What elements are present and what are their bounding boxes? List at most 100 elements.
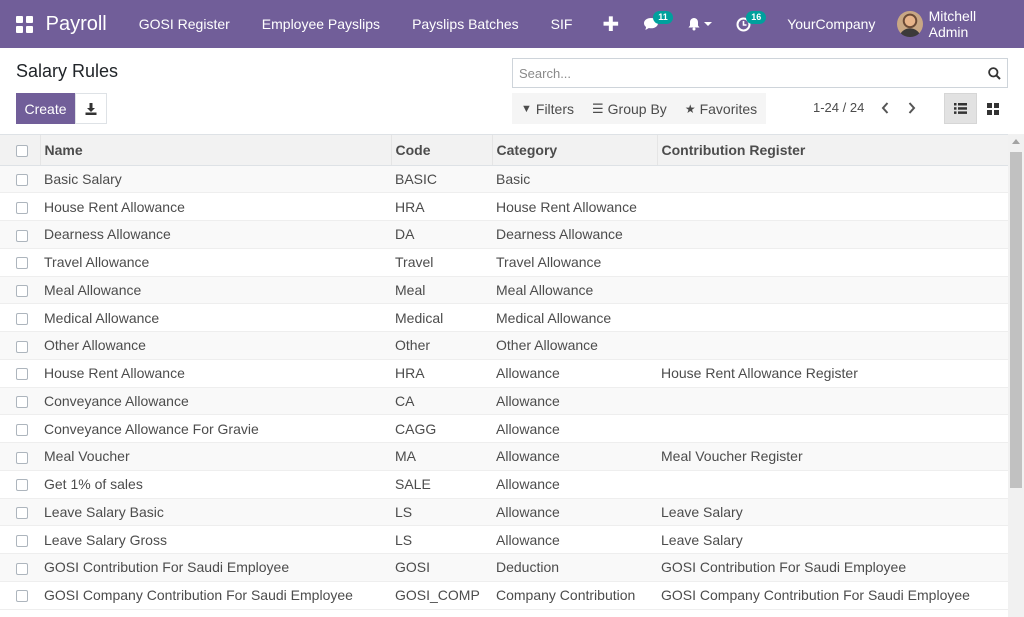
table-row[interactable]: Leave Salary Basic LS Allowance Leave Salar… xyxy=(0,498,1008,527)
messages-menu[interactable]: 11 xyxy=(633,0,673,48)
cell-contribution-register[interactable] xyxy=(657,192,1008,221)
cell-contribution-register[interactable] xyxy=(657,220,1008,249)
pager-next-icon[interactable] xyxy=(901,96,923,120)
cell-name[interactable]: Conveyance Allowance xyxy=(40,387,391,416)
row-checkbox[interactable] xyxy=(16,479,28,492)
cell-category[interactable]: Allowance xyxy=(492,525,657,554)
table-row[interactable]: Travel Allowance Travel Travel Allowance xyxy=(0,248,1008,277)
cell-category[interactable]: Medical Allowance xyxy=(492,303,657,332)
cell-name[interactable]: Get 1% of sales xyxy=(40,470,391,499)
cell-code[interactable]: HRA xyxy=(391,192,492,221)
cell-name[interactable]: Leave Salary Basic xyxy=(40,498,391,527)
list-view-button[interactable] xyxy=(944,93,977,124)
menu-employee-payslips[interactable]: Employee Payslips xyxy=(246,0,396,48)
cell-contribution-register[interactable] xyxy=(657,276,1008,305)
cell-contribution-register[interactable]: GOSI Company Contribution For Saudi Empl… xyxy=(657,581,1008,610)
cell-contribution-register[interactable] xyxy=(657,387,1008,416)
row-checkbox[interactable] xyxy=(16,368,28,381)
search-icon[interactable] xyxy=(981,59,1007,87)
table-row[interactable]: Leave Salary Gross LS Allowance Leave Salar… xyxy=(0,525,1008,554)
row-checkbox[interactable] xyxy=(16,562,28,575)
table-row[interactable]: Conveyance Allowance CA Allowance xyxy=(0,387,1008,416)
column-header-name[interactable]: Name xyxy=(40,135,392,166)
cell-contribution-register[interactable] xyxy=(657,414,1008,443)
cell-code[interactable]: LS xyxy=(391,525,492,554)
cell-category[interactable]: Allowance xyxy=(492,414,657,443)
cell-code[interactable]: Other xyxy=(391,331,492,360)
search-input[interactable] xyxy=(513,60,981,86)
filters-toggle[interactable]: ▼ Filters xyxy=(512,93,583,124)
table-row[interactable]: Medical Allowance Medical Medical Allowanc… xyxy=(0,303,1008,332)
cell-code[interactable]: CAGG xyxy=(391,414,492,443)
cell-code[interactable]: Medical xyxy=(391,303,492,332)
menu-sif[interactable]: SIF xyxy=(535,0,589,48)
cell-contribution-register[interactable] xyxy=(657,165,1008,194)
groupby-toggle[interactable]: ☰ Group By xyxy=(583,93,676,124)
cell-contribution-register[interactable]: Leave Salary xyxy=(657,498,1008,527)
cell-name[interactable]: Medical Allowance xyxy=(40,303,391,332)
cell-name[interactable]: Leave Salary Gross xyxy=(40,525,391,554)
row-checkbox[interactable] xyxy=(16,257,28,270)
download-button[interactable] xyxy=(75,93,107,124)
cell-category[interactable]: Allowance xyxy=(492,470,657,499)
menu-payslips-batches[interactable]: Payslips Batches xyxy=(396,0,535,48)
cell-category[interactable]: Allowance xyxy=(492,442,657,471)
cell-contribution-register[interactable]: House Rent Allowance Register xyxy=(657,359,1008,388)
cell-name[interactable]: Conveyance Allowance For Gravie xyxy=(40,414,391,443)
row-checkbox[interactable] xyxy=(16,340,28,353)
cell-code[interactable]: MA xyxy=(391,442,492,471)
cell-name[interactable]: Meal Allowance xyxy=(40,276,391,305)
pager-value[interactable]: 1-24 / 24 xyxy=(813,100,864,115)
cell-code[interactable]: HRA xyxy=(391,359,492,388)
cell-code[interactable]: SALE xyxy=(391,470,492,499)
cell-code[interactable]: CA xyxy=(391,387,492,416)
quick-create-plus-icon[interactable]: ✚ xyxy=(588,0,633,48)
cell-category[interactable]: House Rent Allowance xyxy=(492,192,657,221)
favorites-toggle[interactable]: ★ Favorites xyxy=(676,93,766,124)
cell-category[interactable]: Allowance xyxy=(492,387,657,416)
table-row[interactable]: House Rent Allowance HRA House Rent Allowa… xyxy=(0,192,1008,221)
cell-category[interactable]: Dearness Allowance xyxy=(492,220,657,249)
cell-contribution-register[interactable] xyxy=(657,470,1008,499)
cell-category[interactable]: Travel Allowance xyxy=(492,248,657,277)
select-all-checkbox[interactable] xyxy=(16,145,28,158)
cell-category[interactable]: Allowance xyxy=(492,359,657,388)
menu-gosi-register[interactable]: GOSI Register xyxy=(123,0,246,48)
column-header-contribution-register[interactable]: Contribution Register xyxy=(657,135,1008,166)
cell-code[interactable]: BASIC xyxy=(391,165,492,194)
table-row[interactable]: Conveyance Allowance For Gravie CAGG Allow… xyxy=(0,414,1008,443)
table-row[interactable]: GOSI Company Contribution For Saudi Empl… xyxy=(0,581,1008,610)
cell-name[interactable]: Basic Salary xyxy=(40,165,391,194)
cell-code[interactable]: GOSI_COMP xyxy=(391,581,492,610)
row-checkbox[interactable] xyxy=(16,396,28,409)
row-checkbox[interactable] xyxy=(16,534,28,547)
apps-menu-icon[interactable] xyxy=(0,0,46,48)
cell-category[interactable]: Deduction xyxy=(492,553,657,582)
column-header-code[interactable]: Code xyxy=(391,135,493,166)
row-checkbox[interactable] xyxy=(16,174,28,187)
cell-name[interactable]: House Rent Allowance xyxy=(40,192,391,221)
cell-code[interactable]: GOSI xyxy=(391,553,492,582)
column-header-category[interactable]: Category xyxy=(492,135,658,166)
table-row[interactable]: Basic Salary BASIC Basic xyxy=(0,165,1008,194)
cell-contribution-register[interactable] xyxy=(657,331,1008,360)
create-button[interactable]: Create xyxy=(16,93,75,124)
cell-contribution-register[interactable]: Meal Voucher Register xyxy=(657,442,1008,471)
table-row[interactable]: Meal Allowance Meal Meal Allowance xyxy=(0,276,1008,305)
cell-name[interactable]: GOSI Contribution For Saudi Employee xyxy=(40,553,391,582)
cell-name[interactable]: Dearness Allowance xyxy=(40,220,391,249)
company-switcher[interactable]: YourCompany xyxy=(761,16,897,32)
row-checkbox[interactable] xyxy=(16,507,28,520)
row-checkbox[interactable] xyxy=(16,451,28,464)
table-row[interactable]: GOSI Contribution For Saudi Employee GOSI… xyxy=(0,553,1008,582)
cell-name[interactable]: House Rent Allowance xyxy=(40,359,391,388)
table-row[interactable]: Meal Voucher MA Allowance Meal Voucher Regi… xyxy=(0,442,1008,471)
cell-category[interactable]: Other Allowance xyxy=(492,331,657,360)
app-brand[interactable]: Payroll xyxy=(46,13,107,36)
user-menu[interactable]: Mitchell Admin xyxy=(897,8,1024,40)
row-checkbox[interactable] xyxy=(16,590,28,603)
cell-contribution-register[interactable] xyxy=(657,248,1008,277)
table-row[interactable]: Other Allowance Other Other Allowance xyxy=(0,331,1008,360)
cell-name[interactable]: Meal Voucher xyxy=(40,442,391,471)
table-row[interactable]: Get 1% of sales SALE Allowance xyxy=(0,470,1008,499)
